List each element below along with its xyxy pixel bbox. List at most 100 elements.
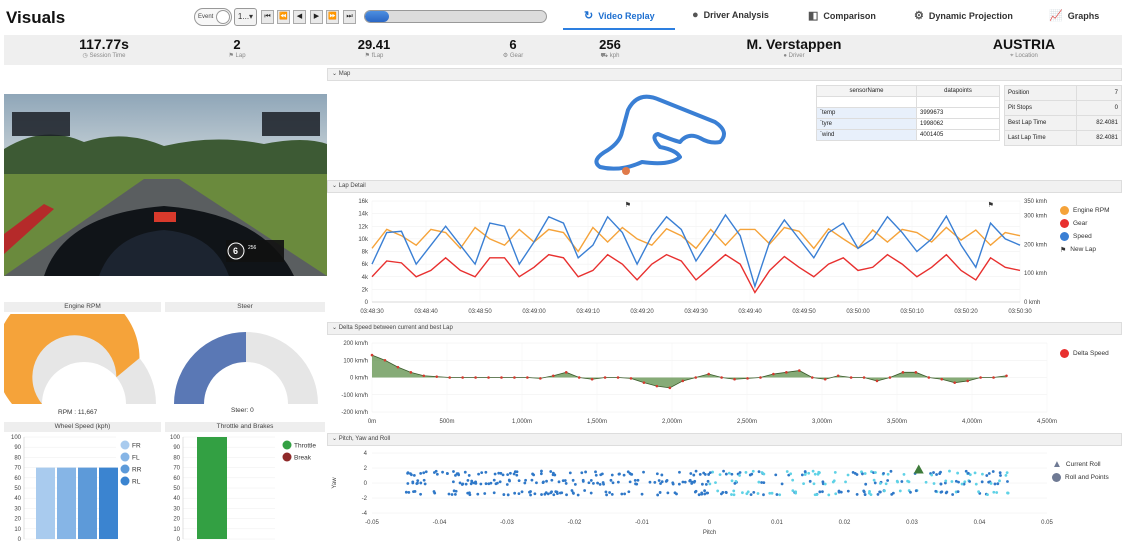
scatter-point [968, 480, 972, 483]
scatter-point [882, 472, 885, 475]
y-tick-label: 80 [14, 455, 21, 461]
skip-back-button[interactable]: ⏮ [261, 10, 274, 24]
video-replay[interactable]: 6 256 [4, 94, 327, 276]
y-tick-label: 12k [358, 224, 369, 230]
pitch-yaw-panel-header[interactable]: ⌄ Pitch, Yaw and Roll [327, 433, 1122, 446]
delta-point [940, 377, 944, 381]
scatter-point [879, 481, 882, 485]
legend-swatch [282, 452, 292, 462]
stat-value: 117.77s [79, 36, 129, 52]
legend-item[interactable]: ⚑ New Lap [1060, 243, 1110, 256]
scatter-point [622, 473, 626, 477]
tab-driver-analysis[interactable]: ● Driver Analysis [692, 9, 769, 21]
chevron-down-icon: ▾ [249, 12, 254, 21]
x-tick-label: 1,500m [587, 419, 607, 425]
delta-point [901, 371, 905, 374]
speed-select-value: 1... [237, 12, 250, 21]
rpm-gauge-title: Engine RPM [4, 302, 161, 312]
replay-icon: ↻ [584, 10, 594, 22]
legend-item[interactable]: Roll and Points [1052, 471, 1109, 484]
scatter-point [628, 480, 632, 484]
stat-flap: 29.41 ⚑ fLap [349, 37, 399, 61]
scatter-point [636, 478, 640, 482]
scatter-point [697, 493, 701, 497]
scatter-point [611, 481, 615, 485]
y-tick-label: 40 [173, 496, 180, 502]
legend-swatch [1060, 206, 1069, 215]
scatter-point [565, 493, 568, 497]
replay-progress-slider[interactable] [364, 10, 547, 23]
scatter-point [873, 481, 877, 485]
car-icon: ⛟ [600, 53, 609, 59]
map-panel-header[interactable]: ⌄ Map [327, 68, 1122, 81]
scatter-point [939, 490, 943, 494]
y-tick-label: 70 [173, 466, 180, 472]
scatter-point [540, 469, 543, 473]
stat-kph: 256 ⛟ kph [590, 37, 630, 61]
chevron-down-icon: ⌄ [332, 183, 338, 189]
skip-forward-button[interactable]: ⏭ [343, 10, 356, 24]
delta-speed-legend: Delta Speed [1060, 347, 1109, 360]
rewind-button[interactable]: ⏪ [277, 10, 290, 24]
tab-comparison[interactable]: ◧ Comparison [808, 9, 876, 22]
y-tick-label: 40 [14, 496, 21, 502]
delta-point [668, 386, 672, 390]
legend-item[interactable]: Speed [1060, 230, 1110, 243]
legend-label: FR [132, 443, 141, 450]
scatter-point [513, 470, 517, 474]
scatter-point [833, 470, 837, 474]
scatter-point [872, 478, 876, 482]
scatter-point [694, 469, 698, 473]
x-axis-label: Pitch [703, 530, 716, 536]
fast-forward-button[interactable]: ⏩ [326, 10, 339, 24]
scatter-point [406, 482, 410, 485]
stat-label-text: fLap [371, 53, 384, 59]
scatter-point [791, 489, 795, 493]
tab-dynamic-projection[interactable]: ⚙ Dynamic Projection [914, 9, 1013, 22]
table-cell: 82.4081 [1075, 115, 1123, 131]
scatter-point [627, 490, 631, 494]
legend-item[interactable]: Engine RPM [1060, 204, 1110, 217]
play-button[interactable]: ▶ [310, 10, 323, 24]
scatter-point [464, 482, 468, 486]
table-cell: 82.4081 [1075, 130, 1123, 146]
tab-graphs[interactable]: 📈 Graphs [1049, 9, 1099, 22]
scatter-point [424, 470, 428, 474]
legend-item[interactable]: Delta Speed [1060, 347, 1109, 360]
step-back-button[interactable]: ◀ [293, 10, 306, 24]
scatter-point [573, 483, 577, 486]
lap-detail-panel-header[interactable]: ⌄ Lap Detail [327, 180, 1122, 193]
stat-value: 2 [233, 37, 241, 52]
scatter-point [413, 490, 417, 493]
delta-area [372, 355, 1007, 388]
tab-video-replay[interactable]: ↻ Video Replay [584, 9, 655, 22]
scatter-point [789, 472, 793, 476]
scatter-point [724, 491, 728, 495]
scatter-point [907, 480, 911, 484]
scatter-point [564, 482, 568, 485]
scatter-point [517, 479, 521, 483]
panel-title: Pitch, Yaw and Roll [338, 436, 391, 442]
legend-item[interactable]: ▲ Current Roll [1052, 458, 1109, 471]
y-tick-label: 0 [364, 481, 368, 487]
steer-gauge [174, 332, 318, 404]
x-tick-label: 03:50:10 [900, 309, 924, 315]
scatter-point [890, 492, 894, 496]
x-tick-label: 3,500m [887, 419, 907, 425]
toggle-knob [216, 10, 230, 24]
table-row: `temp 3999673 [816, 107, 1000, 119]
scatter-point [461, 482, 465, 486]
scatter-point [932, 471, 935, 474]
event-toggle[interactable]: Event [194, 8, 232, 26]
speed-select[interactable]: 1...▾ [234, 8, 257, 26]
legend-item[interactable]: Gear [1060, 217, 1110, 230]
delta-speed-panel-header[interactable]: ⌄ Delta Speed between current and best L… [327, 322, 1122, 335]
scatter-point [718, 473, 722, 477]
x-tick-label: 0m [368, 419, 376, 425]
delta-point [629, 377, 633, 380]
scatter-point [914, 489, 918, 493]
scatter-point [708, 471, 712, 475]
progress-fill [365, 11, 389, 22]
scatter-point [939, 482, 943, 486]
bar [99, 467, 118, 539]
